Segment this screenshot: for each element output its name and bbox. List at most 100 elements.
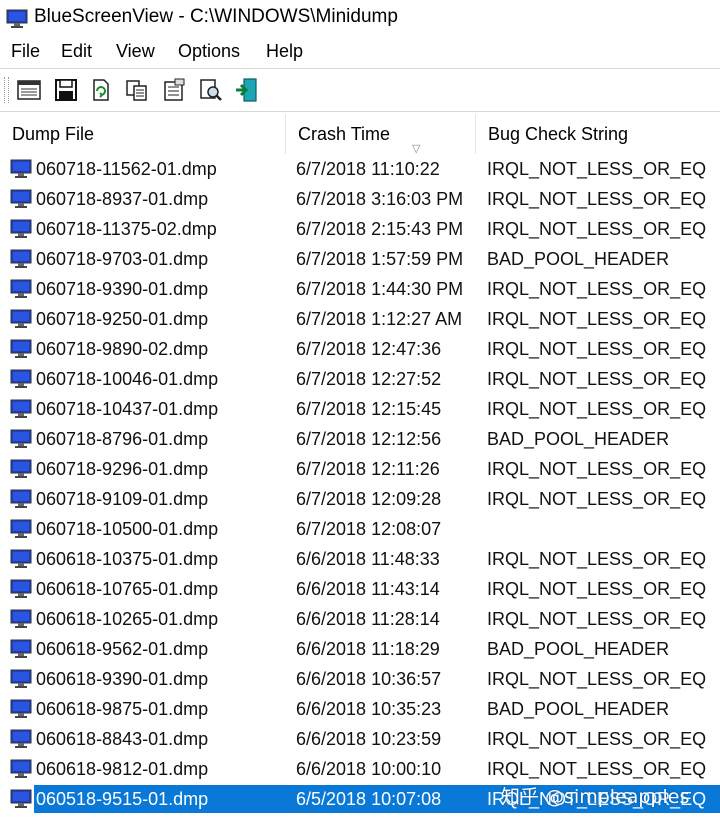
crash-time: 6/7/2018 12:27:52 xyxy=(296,369,442,389)
dump-file-icon xyxy=(10,549,32,569)
dump-file-icon xyxy=(10,279,32,299)
table-row[interactable]: 060718-8937-01.dmp 6/7/2018 3:16:03 PM IRQ… xyxy=(0,184,720,214)
bug-check-string: IRQL_NOT_LESS_OR_EQ xyxy=(487,309,707,329)
crash-time: 6/7/2018 12:12:56 xyxy=(296,429,442,449)
table-row[interactable]: 060718-9296-01.dmp 6/7/2018 12:11:26 IRQL_… xyxy=(0,454,720,484)
html-report-button[interactable] xyxy=(161,77,189,105)
crash-time: 6/7/2018 3:16:03 PM xyxy=(296,189,464,209)
menu-edit[interactable]: Edit xyxy=(61,41,92,62)
crash-time: 6/6/2018 11:18:29 xyxy=(296,639,440,659)
dump-file-name: 060718-8937-01.dmp xyxy=(36,189,209,209)
save-button[interactable] xyxy=(53,77,81,105)
dump-file-name: 060618-10265-01.dmp xyxy=(36,609,219,629)
crash-time: 6/6/2018 10:00:10 xyxy=(296,759,442,779)
table-row[interactable]: 060618-10265-01.dmp 6/6/2018 11:28:14 IRQL… xyxy=(0,604,720,634)
dump-file-icon xyxy=(10,369,32,389)
table-row[interactable]: 060718-9890-02.dmp 6/7/2018 12:47:36 IRQL_… xyxy=(0,334,720,364)
table-row[interactable]: 060718-8796-01.dmp 6/7/2018 12:12:56 BAD_P… xyxy=(0,424,720,454)
table-row[interactable]: 060718-10437-01.dmp 6/7/2018 12:15:45 IRQL… xyxy=(0,394,720,424)
column-bug-check-string[interactable]: Bug Check String xyxy=(476,114,720,154)
exit-icon xyxy=(236,78,257,102)
menu-options[interactable]: Options xyxy=(178,41,240,62)
crash-time: 6/5/2018 10:07:08 xyxy=(296,789,442,809)
crash-time: 6/6/2018 11:28:14 xyxy=(296,609,440,629)
table-row[interactable]: 060618-10765-01.dmp 6/6/2018 11:43:14 IRQL… xyxy=(0,574,720,604)
copy-icon xyxy=(126,80,147,101)
table-row[interactable]: 060718-10046-01.dmp 6/7/2018 12:27:52 IRQL… xyxy=(0,364,720,394)
refresh-icon xyxy=(93,79,109,101)
column-crash-time[interactable]: Crash Time ▽ xyxy=(286,114,476,155)
bug-check-string: IRQL_NOT_LESS_OR_EQ xyxy=(487,339,707,359)
table-row[interactable]: 060618-9390-01.dmp 6/6/2018 10:36:57 IRQL_… xyxy=(0,664,720,694)
crash-time: 6/7/2018 2:15:43 PM xyxy=(296,219,464,239)
dump-file-icon xyxy=(10,609,32,629)
table-row[interactable]: 060618-8843-01.dmp 6/6/2018 10:23:59 IRQL_… xyxy=(0,724,720,754)
dump-file-icon xyxy=(10,189,32,209)
dump-file-name: 060718-9109-01.dmp xyxy=(36,489,209,509)
toolbar-grip[interactable] xyxy=(4,77,9,103)
dump-file-name: 060618-8843-01.dmp xyxy=(36,729,209,749)
crash-time: 6/7/2018 12:11:26 xyxy=(296,459,440,479)
find-button[interactable] xyxy=(198,77,226,105)
bug-check-string: IRQL_NOT_LESS_OR_EQ xyxy=(487,579,707,599)
save-icon xyxy=(55,79,77,101)
bug-check-string: IRQL_NOT_LESS_OR_EQ xyxy=(487,189,707,209)
crash-time: 6/6/2018 10:36:57 xyxy=(296,669,442,689)
dump-file-icon xyxy=(10,519,32,539)
table-row[interactable]: 060718-11375-02.dmp 6/7/2018 2:15:43 PM IR… xyxy=(0,214,720,244)
dump-file-name: 060718-10437-01.dmp xyxy=(36,399,219,419)
bug-check-string: IRQL_NOT_LESS_OR_EQ xyxy=(487,369,707,389)
column-dump-file[interactable]: Dump File xyxy=(0,114,286,154)
menu-view[interactable]: View xyxy=(116,41,155,62)
exit-button[interactable] xyxy=(234,77,262,105)
watermark: 知乎 @simpleapples xyxy=(501,786,690,808)
bug-check-string: IRQL_NOT_LESS_OR_EQ xyxy=(487,669,707,689)
dump-file-icon xyxy=(10,159,32,179)
table-row[interactable]: 060618-9875-01.dmp 6/6/2018 10:35:23 BAD_P… xyxy=(0,694,720,724)
dump-file-name: 060718-9296-01.dmp xyxy=(36,459,209,479)
table-row[interactable]: 060718-9390-01.dmp 6/7/2018 1:44:30 PM IRQ… xyxy=(0,274,720,304)
table-row[interactable]: 060718-10500-01.dmp 6/7/2018 12:08:07 xyxy=(0,514,720,544)
crash-time: 6/7/2018 12:09:28 xyxy=(296,489,442,509)
dump-file-icon xyxy=(10,489,32,509)
table-row[interactable]: 060718-11562-01.dmp 6/7/2018 11:10:22 IRQL… xyxy=(0,154,720,184)
bug-check-string: BAD_POOL_HEADER xyxy=(487,429,670,449)
crash-time: 6/6/2018 11:48:33 xyxy=(296,549,440,569)
dump-file-name: 060718-9250-01.dmp xyxy=(36,309,209,329)
bug-check-string: IRQL_NOT_LESS_OR_EQ xyxy=(487,459,707,479)
dump-file-name: 060618-9562-01.dmp xyxy=(36,639,209,659)
dump-file-icon xyxy=(10,669,32,689)
dump-file-icon xyxy=(10,639,32,659)
bug-check-string: IRQL_NOT_LESS_OR_EQ xyxy=(487,489,707,509)
dump-file-icon xyxy=(10,759,32,779)
table-row[interactable]: 060618-9562-01.dmp 6/6/2018 11:18:29 BAD_P… xyxy=(0,634,720,664)
crash-time: 6/6/2018 10:23:59 xyxy=(296,729,442,749)
dump-file-name: 060618-9390-01.dmp xyxy=(36,669,209,689)
title-bar: BlueScreenView - C:\WINDOWS\Minidump xyxy=(0,0,720,38)
table-row[interactable]: 060718-9703-01.dmp 6/7/2018 1:57:59 PM BAD… xyxy=(0,244,720,274)
column-crash-time-label: Crash Time xyxy=(298,124,391,144)
refresh-button[interactable] xyxy=(88,77,116,105)
dump-file-name: 060618-9875-01.dmp xyxy=(36,699,209,719)
bug-check-string: IRQL_NOT_LESS_OR_EQ xyxy=(487,729,707,749)
crash-time: 6/7/2018 1:12:27 AM xyxy=(296,309,463,329)
table-row[interactable]: 060618-9812-01.dmp 6/6/2018 10:00:10 IRQL_… xyxy=(0,754,720,784)
crash-time: 6/7/2018 12:15:45 xyxy=(296,399,442,419)
crash-time: 6/7/2018 12:47:36 xyxy=(296,339,442,359)
table-row[interactable]: 060718-9109-01.dmp 6/7/2018 12:09:28 IRQL_… xyxy=(0,484,720,514)
dump-file-icon xyxy=(10,429,32,449)
dump-file-icon xyxy=(10,399,32,419)
copy-button[interactable] xyxy=(124,77,152,105)
menu-help[interactable]: Help xyxy=(266,41,303,62)
bug-check-string: BAD_POOL_HEADER xyxy=(487,699,670,719)
table-row[interactable]: 060618-10375-01.dmp 6/6/2018 11:48:33 IRQL… xyxy=(0,544,720,574)
app-icon xyxy=(6,9,28,33)
menu-file[interactable]: File xyxy=(11,41,40,62)
crash-time: 6/7/2018 1:57:59 PM xyxy=(296,249,464,269)
dump-file-name: 060618-9812-01.dmp xyxy=(36,759,209,779)
dump-file-name: 060718-10500-01.dmp xyxy=(36,519,219,539)
bug-check-string: IRQL_NOT_LESS_OR_EQ xyxy=(487,219,707,239)
dump-list[interactable]: Dump File Crash Time ▽ Bug Check String … xyxy=(0,114,720,827)
table-row[interactable]: 060718-9250-01.dmp 6/7/2018 1:12:27 AM IRQ… xyxy=(0,304,720,334)
properties-button[interactable] xyxy=(16,77,44,105)
